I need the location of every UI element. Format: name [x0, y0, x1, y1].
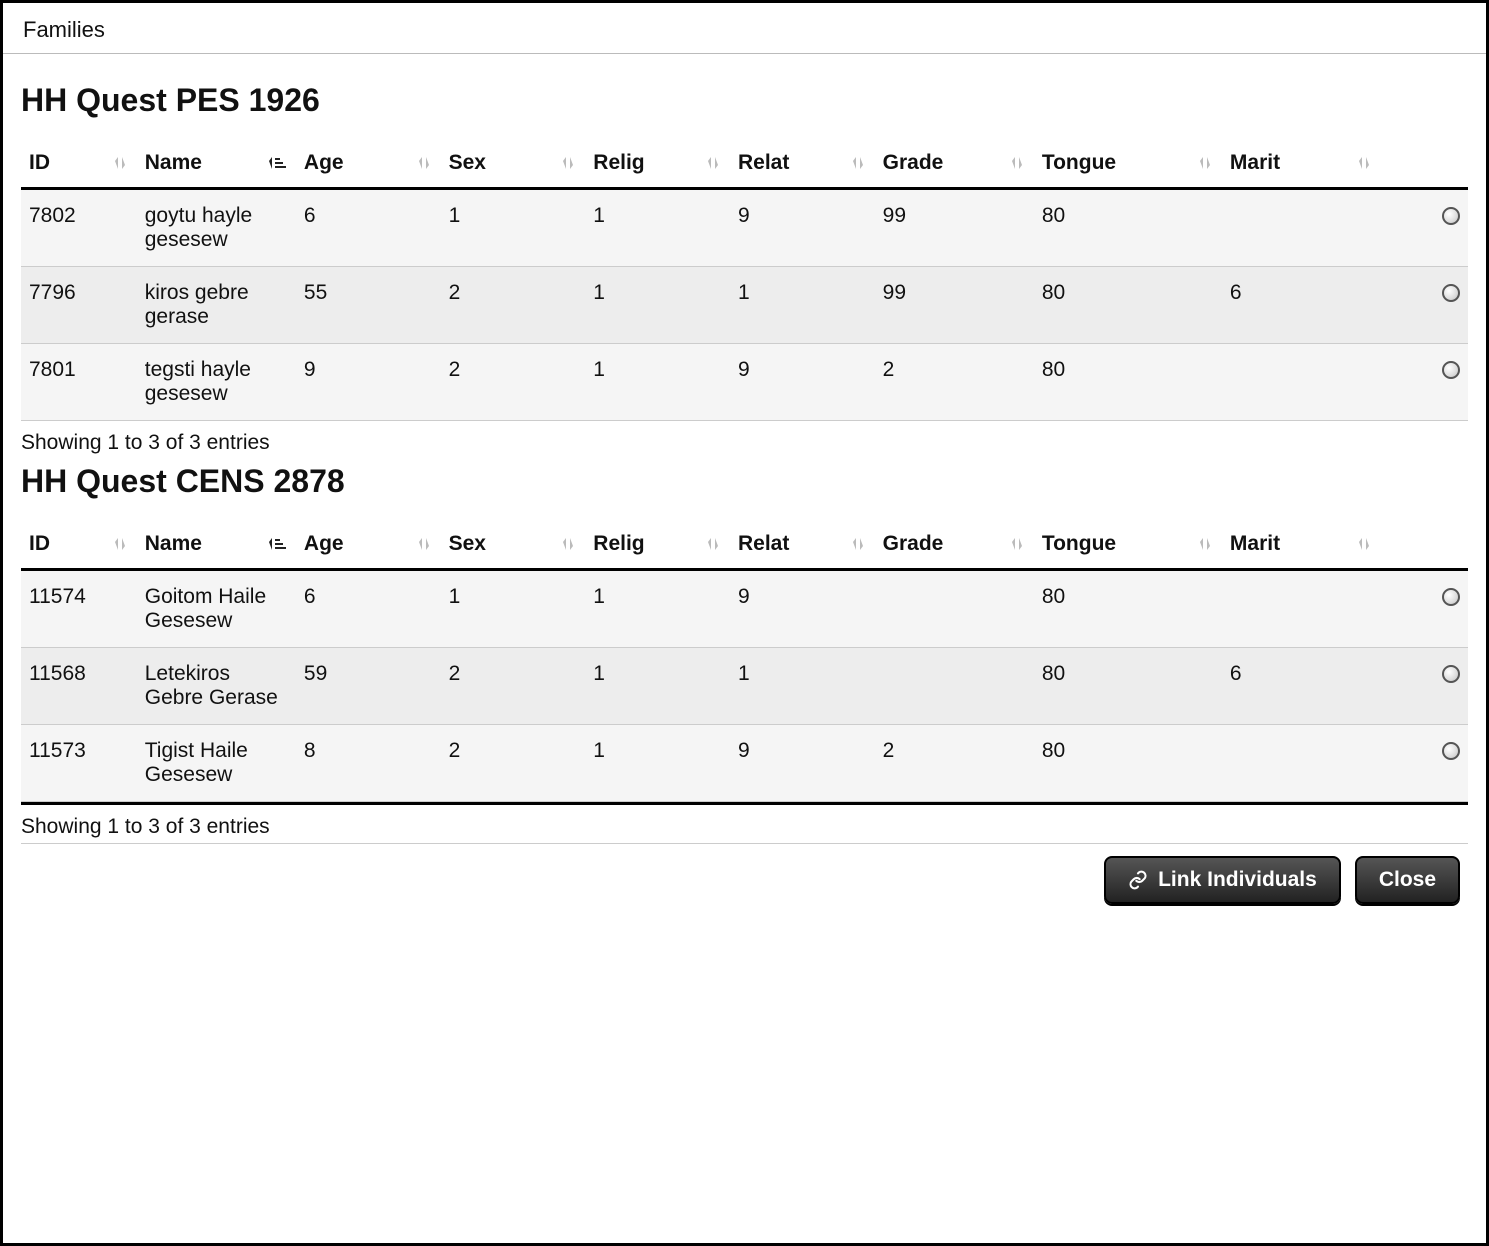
sort-icon	[1355, 535, 1373, 553]
col-header-sex[interactable]: Sex	[441, 522, 586, 570]
col-header-sex[interactable]: Sex	[441, 141, 586, 189]
table-info-pes: Showing 1 to 3 of 3 entries	[21, 421, 1468, 459]
col-header-marit[interactable]: Marit	[1222, 522, 1381, 570]
link-individuals-button[interactable]: Link Individuals	[1104, 856, 1341, 904]
table-cens: ID Name Age Sex Relig Relat Grade Tongue…	[21, 522, 1468, 802]
sort-icon	[1355, 154, 1373, 172]
sort-icon	[704, 535, 722, 553]
row-select-radio[interactable]	[1442, 665, 1460, 683]
sort-icon	[849, 154, 867, 172]
sort-icon	[1008, 154, 1026, 172]
col-header-marit[interactable]: Marit	[1222, 141, 1381, 189]
table-row[interactable]: 11574 Goitom Haile Gesesew 6 1 1 9 80	[21, 570, 1468, 648]
sort-icon	[111, 535, 129, 553]
col-header-select	[1381, 522, 1468, 570]
col-header-tongue[interactable]: Tongue	[1034, 522, 1222, 570]
sort-icon	[415, 154, 433, 172]
sort-icon	[1196, 154, 1214, 172]
dialog-content: HH Quest PES 1926 ID Name Age Sex Relig …	[3, 54, 1486, 904]
sort-icon	[559, 154, 577, 172]
row-select-radio[interactable]	[1442, 742, 1460, 760]
col-header-grade[interactable]: Grade	[875, 141, 1034, 189]
sort-icon	[849, 535, 867, 553]
row-select-radio[interactable]	[1442, 361, 1460, 379]
table-pes: ID Name Age Sex Relig Relat Grade Tongue…	[21, 141, 1468, 421]
col-header-id[interactable]: ID	[21, 141, 137, 189]
sort-icon	[1008, 535, 1026, 553]
sort-icon	[415, 535, 433, 553]
table-info-cens: Showing 1 to 3 of 3 entries	[21, 805, 1468, 844]
table-row[interactable]: 11573 Tigist Haile Gesesew 8 2 1 9 2 80	[21, 725, 1468, 802]
col-header-tongue[interactable]: Tongue	[1034, 141, 1222, 189]
table-row[interactable]: 11568 Letekiros Gebre Gerase 59 2 1 1 80…	[21, 648, 1468, 725]
dialog-title: Families	[3, 3, 1486, 54]
row-select-radio[interactable]	[1442, 207, 1460, 225]
section-title-pes: HH Quest PES 1926	[21, 82, 1468, 119]
row-select-radio[interactable]	[1442, 284, 1460, 302]
section-title-cens: HH Quest CENS 2878	[21, 463, 1468, 500]
sort-icon	[559, 535, 577, 553]
link-icon	[1128, 870, 1148, 890]
col-header-age[interactable]: Age	[296, 141, 441, 189]
col-header-name[interactable]: Name	[137, 141, 296, 189]
col-header-name[interactable]: Name	[137, 522, 296, 570]
dialog-window: Families HH Quest PES 1926 ID Name Age S…	[0, 0, 1489, 1246]
col-header-relig[interactable]: Relig	[585, 522, 730, 570]
sort-icon	[1196, 535, 1214, 553]
table-row[interactable]: 7801 tegsti hayle gesesew 9 2 1 9 2 80	[21, 344, 1468, 421]
col-header-select	[1381, 141, 1468, 189]
dialog-footer: Link Individuals Close	[21, 844, 1468, 904]
col-header-id[interactable]: ID	[21, 522, 137, 570]
sort-asc-icon	[266, 154, 288, 172]
row-select-radio[interactable]	[1442, 588, 1460, 606]
table-row[interactable]: 7796 kiros gebre gerase 55 2 1 1 99 80 6	[21, 267, 1468, 344]
col-header-grade[interactable]: Grade	[875, 522, 1034, 570]
sort-icon	[111, 154, 129, 172]
col-header-relat[interactable]: Relat	[730, 522, 875, 570]
sort-icon	[704, 154, 722, 172]
col-header-relig[interactable]: Relig	[585, 141, 730, 189]
sort-asc-icon	[266, 535, 288, 553]
table-row[interactable]: 7802 goytu hayle gesesew 6 1 1 9 99 80	[21, 189, 1468, 267]
close-button[interactable]: Close	[1355, 856, 1460, 904]
col-header-age[interactable]: Age	[296, 522, 441, 570]
col-header-relat[interactable]: Relat	[730, 141, 875, 189]
